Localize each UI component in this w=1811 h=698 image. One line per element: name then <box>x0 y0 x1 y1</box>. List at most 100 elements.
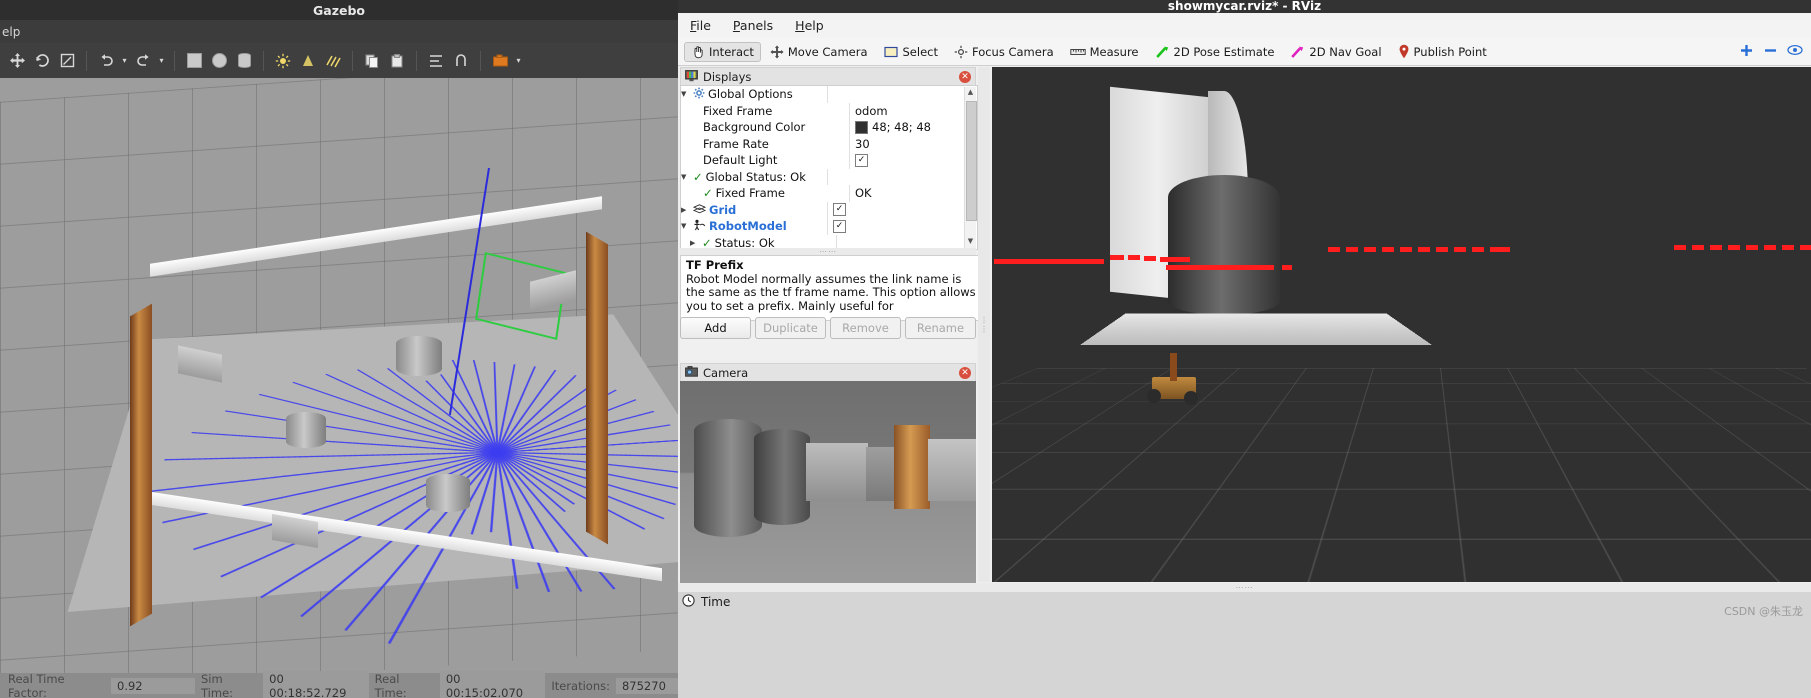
tool-2d-pose-estimate-label: 2D Pose Estimate <box>1173 44 1275 59</box>
tool-move-camera[interactable]: Move Camera <box>763 42 875 62</box>
toolbar-divider-5 <box>416 50 417 71</box>
redo-dropdown-icon[interactable]: ▾ <box>157 50 166 72</box>
move-tool-icon[interactable] <box>6 50 28 72</box>
fixed-frame-value[interactable]: odom <box>855 104 888 118</box>
close-icon[interactable]: ✕ <box>959 367 971 379</box>
expand-arrow[interactable] <box>681 173 690 181</box>
dock-resize-handle[interactable]: ⋯⋯ <box>978 67 990 582</box>
copy-icon[interactable] <box>361 50 383 72</box>
cylinder-primitive-icon[interactable] <box>233 50 255 72</box>
background-color-value[interactable]: 48; 48; 48 <box>872 120 931 134</box>
directional-light-icon[interactable] <box>322 50 344 72</box>
grid-icon <box>692 203 707 217</box>
scan-point <box>1364 247 1376 252</box>
gazebo-3d-viewport[interactable] <box>0 78 678 673</box>
tool-interact[interactable]: Interact <box>684 41 761 62</box>
real-time-value: 00 00:15:02.070 <box>439 670 546 698</box>
spot-light-icon[interactable] <box>297 50 319 72</box>
rotate-tool-icon[interactable] <box>31 50 53 72</box>
toolbar-divider-6 <box>480 50 481 71</box>
tool-select[interactable]: Select <box>877 42 945 62</box>
expand-arrow[interactable] <box>690 239 699 247</box>
camera-box-1 <box>806 443 868 501</box>
tree-row-global-status[interactable]: ✓ Global Status: Ok <box>681 168 977 185</box>
tree-label: RobotModel <box>709 219 787 234</box>
tool-focus-camera[interactable]: Focus Camera <box>947 42 1061 62</box>
scroll-thumb[interactable] <box>966 101 977 221</box>
rename-button: Rename <box>905 317 976 339</box>
menu-file[interactable]: File <box>690 18 711 33</box>
tool-2d-nav-goal[interactable]: 2D Nav Goal <box>1283 42 1388 62</box>
tree-row-grid[interactable]: Grid ✓ <box>681 201 977 218</box>
undo-icon[interactable] <box>95 50 117 72</box>
displays-panel-title: Displays <box>703 70 752 84</box>
add-button[interactable]: Add <box>680 317 751 339</box>
tool-select-label: Select <box>902 44 938 59</box>
tree-scrollbar[interactable]: ▲ ▼ <box>964 87 977 248</box>
snap-icon[interactable] <box>450 50 472 72</box>
bottom-splitter-handle[interactable]: ⋯⋯ <box>678 583 1811 592</box>
ruler-icon <box>1069 47 1086 57</box>
log-dropdown-icon[interactable]: ▾ <box>514 50 523 72</box>
box-primitive-icon[interactable] <box>183 50 205 72</box>
redo-icon[interactable] <box>132 50 154 72</box>
time-panel-header[interactable]: Time <box>682 592 730 612</box>
gazebo-menu-bar[interactable]: elp <box>0 20 678 43</box>
remove-tool-icon[interactable] <box>1763 43 1778 61</box>
sphere-primitive-icon[interactable] <box>208 50 230 72</box>
tool-2d-pose-estimate[interactable]: 2D Pose Estimate <box>1148 42 1282 62</box>
rviz-toolbar[interactable]: Interact Move Camera Select Focus Camera <box>678 38 1811 66</box>
default-light-checkbox[interactable]: ✓ <box>855 153 868 167</box>
undo-dropdown-icon[interactable]: ▾ <box>120 50 129 72</box>
scroll-up-arrow[interactable]: ▲ <box>966 88 975 98</box>
tool-publish-point[interactable]: Publish Point <box>1391 41 1494 62</box>
tool-2d-nav-goal-label: 2D Nav Goal <box>1309 44 1382 59</box>
tree-row-fixed-frame-status[interactable]: ✓ Fixed Frame OK <box>681 185 977 202</box>
frame-rate-value[interactable]: 30 <box>855 137 870 151</box>
bottom-dock: ⋯⋯ Time CSDN @朱玉龙 <box>678 583 1811 698</box>
tree-row-background-color[interactable]: Background Color 48; 48; 48 <box>681 119 977 136</box>
scan-point <box>1418 247 1430 252</box>
check-icon: ✓ <box>703 186 713 201</box>
displays-panel-header[interactable]: Displays ✕ <box>680 67 976 86</box>
screenshot-icon[interactable] <box>489 50 511 72</box>
color-swatch[interactable] <box>855 120 868 134</box>
iterations-label: Iterations: <box>551 678 610 693</box>
expand-arrow[interactable] <box>681 90 690 98</box>
real-time-label: Real Time: <box>374 671 407 698</box>
grid-checkbox[interactable]: ✓ <box>833 203 846 217</box>
paste-icon[interactable] <box>386 50 408 72</box>
tree-row-robotmodel[interactable]: RobotModel ✓ <box>681 218 977 235</box>
expand-arrow[interactable] <box>681 222 690 230</box>
displays-tree[interactable]: Global Options Fixed Frame odom Backgrou… <box>680 85 978 250</box>
robotmodel-checkbox[interactable]: ✓ <box>833 219 846 233</box>
add-tool-icon[interactable] <box>1739 43 1754 61</box>
tree-row-fixed-frame[interactable]: Fixed Frame odom <box>681 102 977 119</box>
tree-row-default-light[interactable]: Default Light ✓ <box>681 152 977 169</box>
camera-image-view[interactable] <box>680 381 976 583</box>
dock-splitter-handle[interactable]: ⋯⋯ <box>680 247 976 256</box>
camera-scene <box>680 381 976 583</box>
scale-tool-icon[interactable] <box>56 50 78 72</box>
toolbar-right-group[interactable] <box>1739 43 1811 61</box>
align-icon[interactable] <box>425 50 447 72</box>
menu-panels[interactable]: Panels <box>733 18 773 33</box>
tool-measure[interactable]: Measure <box>1063 42 1146 62</box>
expand-arrow[interactable] <box>681 206 690 214</box>
rviz-cylinder-body <box>1168 175 1280 315</box>
scroll-down-arrow[interactable]: ▼ <box>966 237 975 247</box>
displays-button-row[interactable]: Add Duplicate Remove Rename <box>680 317 976 339</box>
close-icon[interactable]: ✕ <box>959 71 971 83</box>
gazebo-toolbar[interactable]: ▾ ▾ ▾ <box>0 43 678 79</box>
tree-label: Frame Rate <box>703 136 769 151</box>
rviz-3d-viewport[interactable] <box>992 67 1811 582</box>
gazebo-menu-help[interactable]: elp <box>2 25 20 39</box>
rviz-menu-bar[interactable]: File Panels Help <box>678 13 1811 39</box>
tree-label: Default Light <box>703 153 778 168</box>
camera-panel-header[interactable]: Camera ✕ <box>680 363 976 382</box>
tree-row-frame-rate[interactable]: Frame Rate 30 <box>681 135 977 152</box>
point-light-icon[interactable] <box>272 50 294 72</box>
menu-help[interactable]: Help <box>795 18 824 33</box>
help-tool-icon[interactable] <box>1787 43 1803 60</box>
tree-row-global-options[interactable]: Global Options <box>681 86 977 103</box>
